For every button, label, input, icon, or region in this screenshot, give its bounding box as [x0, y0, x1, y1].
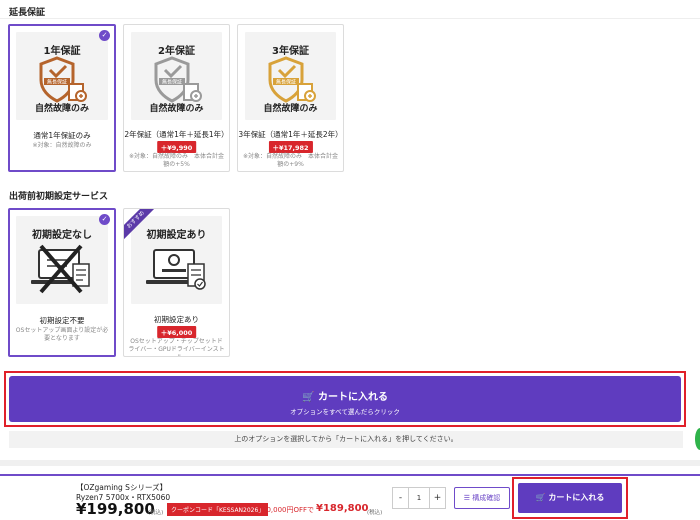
- warranty-1yr-image: 1年保証 無長保証 自然故障のみ: [16, 32, 108, 120]
- laptop-crossed-icon: [31, 244, 90, 294]
- shield-text: 無長保証: [161, 79, 181, 86]
- shield-text: 無長保証: [275, 79, 295, 86]
- setup-with-img-title: 初期設定あり: [146, 230, 207, 241]
- footer-cart-highlight: 🛒 カートに入れる: [512, 477, 628, 519]
- shield-icon: 無長保証: [39, 56, 87, 103]
- cart-icon: 🛒: [302, 392, 315, 403]
- setup-section-title: 出荷前初期設定サービス: [9, 192, 109, 202]
- warranty-3yr-image: 3年保証 無長保証 自然故障のみ: [245, 32, 336, 120]
- product-price: ¥199,800: [76, 500, 155, 518]
- warranty-2yr-img-title: 2年保証: [158, 46, 195, 57]
- warranty-3yr-price-badge: ＋¥17,982: [268, 141, 313, 153]
- config-check-button[interactable]: ☰ 構成確認: [454, 487, 510, 509]
- qty-decrease-button[interactable]: -: [393, 488, 408, 508]
- warranty-2yr-note: ※対象：自然故障のみ 本体合計金額の+5%: [128, 153, 225, 168]
- setup-with-label: 初期設定あり: [154, 315, 199, 324]
- add-to-cart-sub: オプションをすべて選んだらクリック: [290, 408, 400, 416]
- config-check-label: 構成確認: [472, 494, 501, 502]
- instruction-notice: 上のオプションを選択してから「カートに入れる」を押してください。: [9, 431, 683, 448]
- add-to-cart-label: カートに入れる: [317, 392, 388, 403]
- setup-with-note: OSセットアップ・チップセットドライバー・GPUドライバーインストール: [128, 338, 225, 356]
- qty-input[interactable]: 1: [408, 488, 430, 508]
- add-to-cart-main: 🛒 カートに入れる: [9, 388, 681, 403]
- cart-icon: 🛒: [535, 493, 546, 502]
- check-icon: ✓: [99, 214, 110, 225]
- list-icon: ☰: [463, 494, 471, 502]
- warranty-option-1yr[interactable]: 1年保証 無長保証 自然故障のみ ✓ 通常1年保証のみ ※対象：自然故障のみ: [8, 24, 116, 172]
- warranty-option-3yr[interactable]: 3年保証 無長保証 自然故障のみ 3年保証（通常1年＋延長2年） ＋¥17,98…: [237, 24, 344, 172]
- divider: [0, 460, 700, 466]
- coupon-discount: 10,000円OFFで: [262, 506, 315, 514]
- warranty-2yr-price-badge: ＋¥9,990: [156, 141, 197, 153]
- footer-add-to-cart-button[interactable]: 🛒 カートに入れる: [518, 483, 622, 513]
- warranty-2yr-img-sub: 自然故障のみ: [149, 104, 204, 114]
- warranty-section-title: 延長保証: [9, 8, 46, 18]
- setup-with-price-badge: ＋¥6,000: [156, 326, 197, 338]
- warranty-option-2yr[interactable]: 2年保証 無長保証 自然故障のみ 2年保証（通常1年＋延長1年） ＋¥9,990…: [123, 24, 230, 172]
- divider: [0, 18, 700, 19]
- setup-option-with[interactable]: 初期設定あり おすすめ 初期設定あり ＋¥6,000 OSセットアップ・チップセ…: [123, 208, 230, 357]
- setup-none-image: 初期設定なし: [16, 216, 108, 304]
- tax-label: (税込): [148, 510, 164, 516]
- warranty-1yr-img-sub: 自然故障のみ: [34, 104, 89, 114]
- laptop-gear-icon: [145, 249, 206, 290]
- check-icon: ✓: [99, 30, 110, 41]
- setup-none-note: OSセットアップ画面より設定が必要となります: [15, 327, 109, 342]
- footer-cart-label: カートに入れる: [548, 493, 605, 502]
- big-cart-highlight: 🛒 カートに入れる オプションをすべて選んだらクリック: [4, 371, 686, 427]
- chat-widget-icon[interactable]: [695, 428, 700, 450]
- setup-with-image: 初期設定あり: [131, 216, 222, 304]
- coupon-badge: クーポンコード「KESSAN2026」: [167, 503, 269, 516]
- shield-icon: 無長保証: [268, 56, 316, 103]
- warranty-1yr-img-title: 1年保証: [43, 46, 81, 57]
- add-to-cart-button[interactable]: 🛒 カートに入れる オプションをすべて選んだらクリック: [9, 376, 681, 422]
- setup-none-label: 初期設定不要: [39, 316, 85, 325]
- warranty-2yr-label: 2年保証（通常1年＋延長1年）: [124, 130, 229, 139]
- warranty-1yr-label: 通常1年保証のみ: [33, 131, 91, 140]
- quantity-stepper: - 1 +: [392, 487, 446, 509]
- warranty-3yr-img-sub: 自然故障のみ: [263, 104, 318, 114]
- shield-icon: 無長保証: [154, 56, 202, 103]
- warranty-3yr-img-title: 3年保証: [272, 46, 309, 57]
- footer-top-border: [0, 474, 700, 476]
- warranty-2yr-image: 2年保証 無長保証 自然故障のみ: [131, 32, 222, 120]
- qty-increase-button[interactable]: +: [430, 488, 445, 508]
- warranty-3yr-label: 3年保証（通常1年＋延長2年）: [238, 130, 343, 139]
- shield-text: 無長保証: [47, 79, 67, 86]
- sale-price: ¥189,800: [316, 503, 369, 514]
- warranty-1yr-note: ※対象：自然故障のみ: [32, 142, 92, 149]
- warranty-3yr-note: ※対象：自然故障のみ 本体合計金額の+9%: [242, 153, 339, 168]
- setup-none-img-title: 初期設定なし: [32, 230, 92, 241]
- setup-option-none[interactable]: 初期設定なし ✓ 初期設定不要 OSセットアップ画面より設定が必要となります: [8, 208, 116, 357]
- tax-label: (税込): [367, 510, 383, 516]
